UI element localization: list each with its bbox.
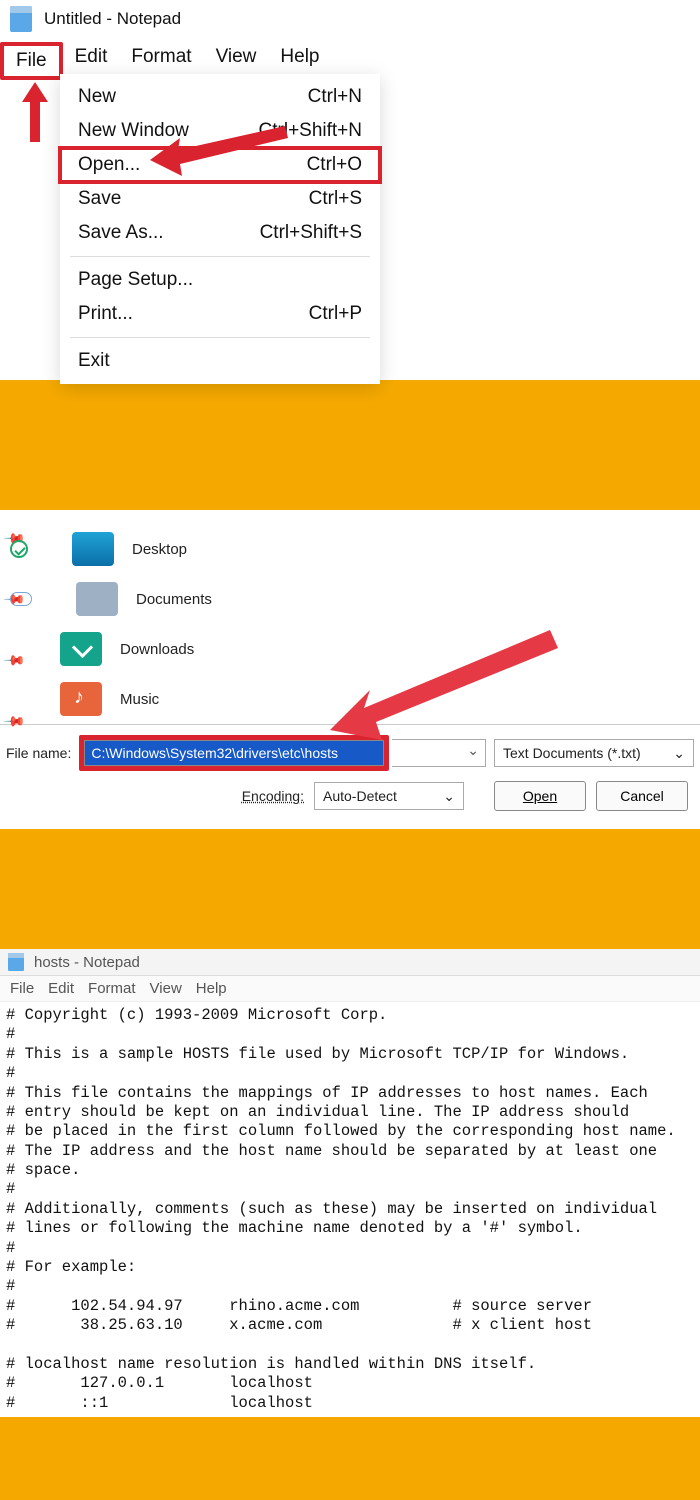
folder-icon	[76, 582, 118, 616]
menu-bar: File Edit Format View Help	[0, 976, 700, 1002]
title-bar: Untitled - Notepad	[0, 0, 700, 38]
menu-item-print-[interactable]: Print... Ctrl+P	[60, 297, 380, 331]
encoding-label: Encoding:	[242, 788, 304, 804]
open-file-dialog: 📌 📌 📌 📌 Desktop Documents Downloads Music F…	[0, 510, 700, 829]
folder-icon	[60, 682, 102, 716]
menu-separator	[70, 337, 370, 338]
folder-item-desktop[interactable]: Desktop	[0, 524, 700, 574]
folder-icon	[60, 632, 102, 666]
pin-column: 📌 📌 📌 📌	[6, 530, 23, 730]
menu-item-accelerator: Ctrl+O	[307, 154, 362, 176]
menu-item-label: Exit	[78, 350, 110, 372]
folder-item-downloads[interactable]: Downloads	[0, 624, 700, 674]
annotation-arrow-icon	[150, 120, 290, 180]
chevron-down-icon: ⌄	[673, 745, 685, 762]
menu-item-exit[interactable]: Exit	[60, 344, 380, 378]
file-type-text: Text Documents (*.txt)	[503, 745, 641, 761]
sync-check-icon	[10, 540, 28, 558]
menu-separator	[70, 256, 370, 257]
menu-edit[interactable]: Edit	[48, 980, 74, 997]
menu-item-label: Open...	[78, 154, 140, 176]
notepad-icon	[10, 6, 32, 32]
menu-item-label: Save As...	[78, 222, 164, 244]
file-type-filter[interactable]: Text Documents (*.txt) ⌄	[494, 739, 694, 767]
menu-file[interactable]: File	[10, 980, 34, 997]
encoding-select[interactable]: Auto-Detect ⌄	[314, 782, 464, 810]
menu-view[interactable]: View	[150, 980, 182, 997]
menu-help[interactable]: Help	[196, 980, 227, 997]
notepad-icon	[8, 953, 24, 971]
menu-item-save-as-[interactable]: Save As... Ctrl+Shift+S	[60, 216, 380, 250]
dialog-bottom-bar: File name: Text Documents (*.txt) ⌄ Enco…	[0, 724, 700, 811]
menu-item-save[interactable]: Save Ctrl+S	[60, 182, 380, 216]
menu-item-label: Save	[78, 188, 121, 210]
file-name-label: File name:	[6, 745, 71, 761]
pin-icon: 📌	[3, 648, 27, 672]
window-title: Untitled - Notepad	[44, 9, 181, 29]
menu-item-label: Print...	[78, 303, 133, 325]
menu-item-accelerator: Ctrl+P	[309, 303, 362, 325]
title-bar: hosts - Notepad	[0, 949, 700, 976]
cancel-button[interactable]: Cancel	[596, 781, 688, 811]
window-title: hosts - Notepad	[34, 954, 140, 971]
folder-label: Desktop	[132, 541, 187, 558]
separator-band	[0, 380, 700, 510]
menu-item-page-setup-[interactable]: Page Setup...	[60, 263, 380, 297]
annotation-arrow-up-icon	[20, 82, 50, 142]
cloud-icon	[10, 592, 32, 606]
menu-item-new[interactable]: New Ctrl+N	[60, 80, 380, 114]
folder-icon	[72, 532, 114, 566]
folder-label: Downloads	[120, 641, 194, 658]
menu-item-accelerator: Ctrl+Shift+S	[260, 222, 362, 244]
menu-item-label: Page Setup...	[78, 269, 193, 291]
menu-item-accelerator: Ctrl+S	[309, 188, 362, 210]
folder-label: Music	[120, 691, 159, 708]
menu-file[interactable]: File	[0, 42, 63, 80]
menu-item-accelerator: Ctrl+N	[308, 86, 362, 108]
file-name-dropdown[interactable]	[392, 739, 486, 767]
file-name-highlight	[79, 735, 389, 771]
chevron-down-icon: ⌄	[443, 788, 455, 805]
folder-label: Documents	[136, 591, 212, 608]
editor-text-area[interactable]: # Copyright (c) 1993-2009 Microsoft Corp…	[0, 1002, 700, 1417]
separator-band	[0, 829, 700, 949]
file-name-input[interactable]	[84, 740, 384, 766]
open-button[interactable]: Open	[494, 781, 586, 811]
notepad-window-1: Untitled - Notepad File Edit Format View…	[0, 0, 700, 380]
folder-item-documents[interactable]: Documents	[0, 574, 700, 624]
folder-item-music[interactable]: Music	[0, 674, 700, 724]
notepad-window-2: hosts - Notepad File Edit Format View He…	[0, 949, 700, 1417]
encoding-value: Auto-Detect	[323, 788, 397, 804]
menu-format[interactable]: Format	[88, 980, 136, 997]
menu-item-label: New	[78, 86, 116, 108]
